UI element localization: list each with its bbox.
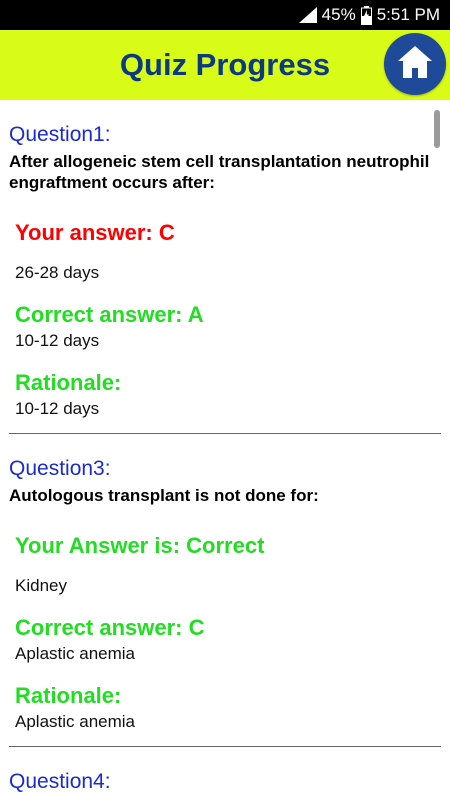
quiz-progress-list[interactable]: Question1: After allogeneic stem cell tr… <box>0 100 450 800</box>
question-item: Question1: After allogeneic stem cell tr… <box>9 100 441 434</box>
rationale-label: Rationale: <box>15 370 122 395</box>
battery-charging-icon <box>360 5 372 25</box>
question-number: Question4: <box>9 770 111 793</box>
rationale-value: 10-12 days <box>15 399 100 418</box>
correct-answer-label: Correct answer: C <box>15 615 205 640</box>
battery-percent: 45% <box>321 5 356 24</box>
question-text: Autologous transplant is not done for: <box>9 486 319 505</box>
home-icon <box>395 44 435 85</box>
correct-answer-value: 10-12 days <box>15 331 100 350</box>
clock: 5:51 PM <box>376 5 440 24</box>
home-button[interactable] <box>384 33 446 95</box>
question-item: Question4: <box>9 747 441 800</box>
app-bar: Quiz Progress <box>0 30 450 100</box>
correct-answer-label: Correct answer: A <box>15 302 204 327</box>
rationale-value: Aplastic anemia <box>15 712 136 731</box>
question-text: After allogeneic stem cell transplantati… <box>9 152 430 192</box>
signal-icon <box>298 7 317 23</box>
scrollbar-thumb[interactable] <box>434 110 440 148</box>
your-answer-value: 26-28 days <box>15 263 100 282</box>
your-answer-label: Your Answer is: Correct <box>15 533 265 558</box>
your-answer-label: Your answer: C <box>15 220 175 245</box>
page-title: Quiz Progress <box>119 47 331 82</box>
rationale-label: Rationale: <box>15 683 122 708</box>
correct-answer-value: Aplastic anemia <box>15 644 136 663</box>
status-bar: 45% 5:51 PM <box>0 0 450 30</box>
question-item: Question3: Autologous transplant is not … <box>9 434 441 747</box>
question-number: Question1: <box>9 123 111 146</box>
question-number: Question3: <box>9 457 111 480</box>
your-answer-value: Kidney <box>15 576 67 595</box>
